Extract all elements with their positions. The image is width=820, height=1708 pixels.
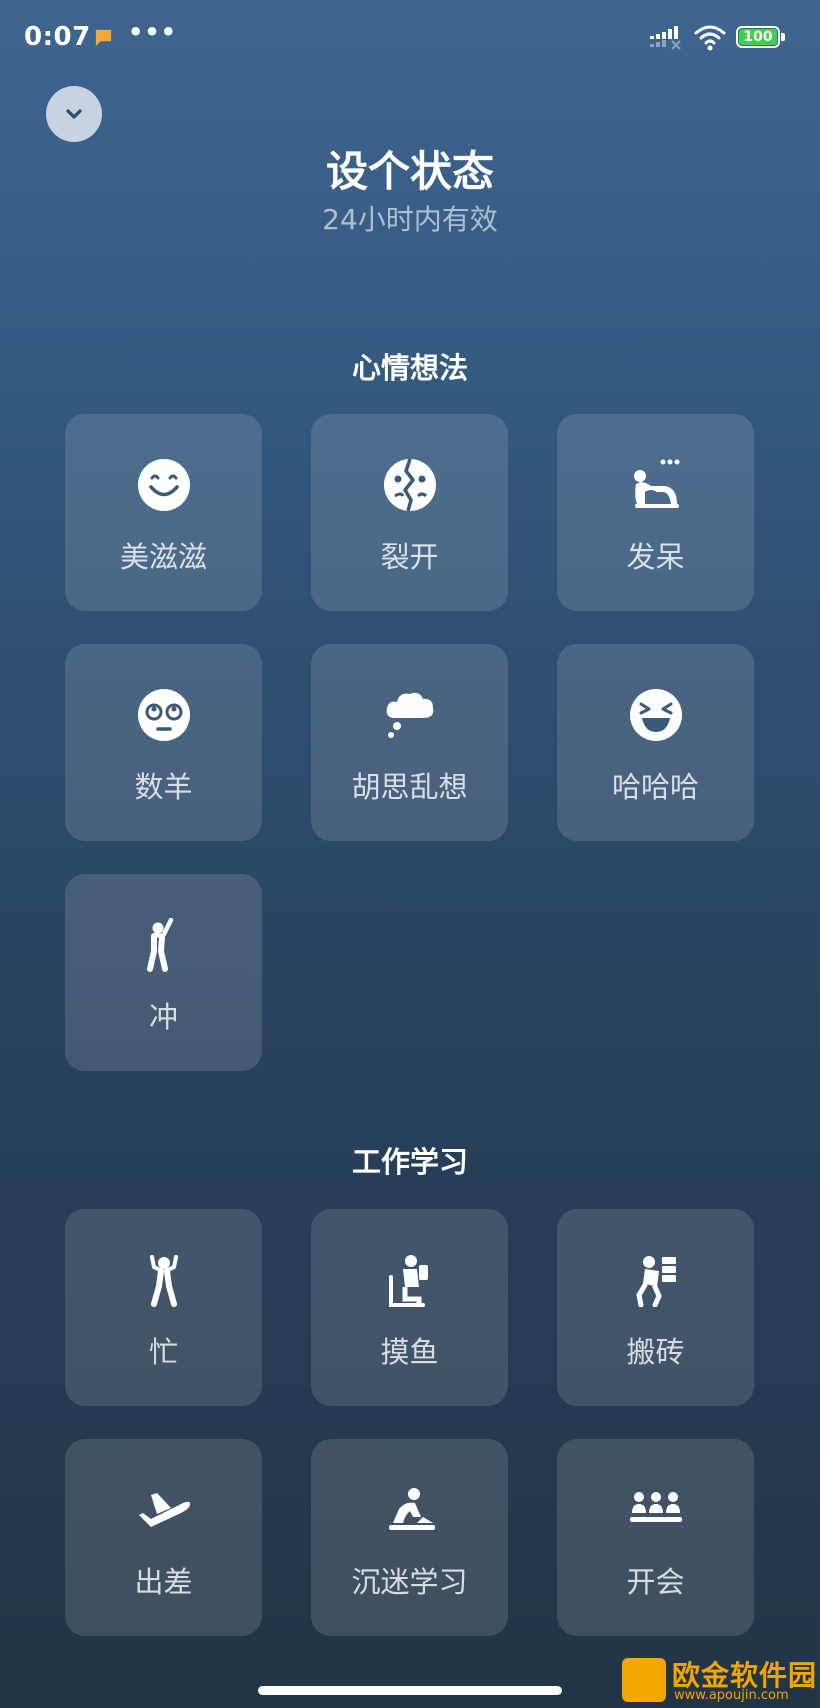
tile-label: 冲 <box>148 1000 178 1034</box>
status-tile-hahaha[interactable]: 哈哈哈 <box>557 644 754 841</box>
battery-indicator: 100 <box>736 26 786 50</box>
wifi-icon <box>694 25 726 51</box>
status-tile-moyu[interactable]: 摸鱼 <box>311 1209 508 1406</box>
thought-bubble-icon <box>386 692 434 738</box>
status-tile-chong[interactable]: 冲 <box>65 874 262 1071</box>
daze-person-icon <box>634 459 680 508</box>
watermark-logo <box>622 1658 666 1702</box>
status-tile-husiluanxiang[interactable]: 胡思乱想 <box>311 644 508 841</box>
mood-status-grid: 美滋滋 裂开 发呆 数羊 胡思乱想 哈哈哈 冲 <box>65 414 755 1071</box>
status-tile-chenmixuexi[interactable]: 沉迷学习 <box>311 1439 508 1636</box>
status-tile-liekai[interactable]: 裂开 <box>311 414 508 611</box>
watermark-url: www.apoujin.com <box>674 1688 789 1703</box>
work-status-grid: 忙 摸鱼 搬砖 出差 沉迷学习 开会 <box>65 1209 755 1636</box>
status-time: 0:07 <box>24 22 91 52</box>
smile-icon <box>138 459 190 511</box>
status-tile-mang[interactable]: 忙 <box>65 1209 262 1406</box>
watermark: 欧金软件园 www.apoujin.com <box>618 1652 818 1706</box>
status-bar: 0:07 ••• 100 <box>0 0 820 80</box>
tile-label: 胡思乱想 <box>351 770 468 804</box>
tile-label: 开会 <box>626 1565 685 1599</box>
battery-tip <box>781 33 785 41</box>
collapse-button[interactable] <box>46 86 102 142</box>
page-title: 设个状态 <box>325 147 494 196</box>
status-tile-kaihui[interactable]: 开会 <box>557 1439 754 1636</box>
status-tile-chuchai[interactable]: 出差 <box>65 1439 262 1636</box>
section-title-work: 工作学习 <box>351 1145 468 1179</box>
home-indicator[interactable] <box>258 1686 562 1695</box>
cracked-face-icon <box>384 458 436 512</box>
tile-label: 搬砖 <box>626 1335 685 1369</box>
page-subtitle: 24小时内有效 <box>322 203 498 236</box>
tile-label: 美滋滋 <box>119 540 207 574</box>
laughing-face-icon <box>630 689 682 741</box>
studying-person-icon <box>389 1488 435 1530</box>
status-tile-banzhuan[interactable]: 搬砖 <box>557 1209 754 1406</box>
section-title-mood: 心情想法 <box>351 351 468 385</box>
tile-label: 出差 <box>134 1565 193 1599</box>
sleepy-face-icon <box>138 689 190 741</box>
tile-label: 沉迷学习 <box>351 1565 468 1599</box>
tile-label: 数羊 <box>134 770 193 804</box>
airplane-icon <box>139 1493 191 1527</box>
tile-label: 忙 <box>148 1335 178 1369</box>
slacking-person-icon <box>389 1255 428 1307</box>
status-tile-shuyang[interactable]: 数羊 <box>65 644 262 841</box>
status-tile-fadai[interactable]: 发呆 <box>557 414 754 611</box>
carrying-bricks-icon <box>636 1256 676 1307</box>
cellular-signal-icon <box>650 26 681 50</box>
tile-label: 裂开 <box>380 540 439 574</box>
tile-label: 哈哈哈 <box>611 770 699 804</box>
busy-person-icon <box>150 1255 178 1307</box>
tile-label: 发呆 <box>626 540 685 574</box>
message-notification-icon <box>95 29 112 47</box>
chevron-down-icon <box>66 109 82 119</box>
meeting-icon <box>630 1492 682 1522</box>
more-notifications-dots: ••• <box>128 18 178 46</box>
tile-label: 摸鱼 <box>380 1335 439 1369</box>
battery-level-text: 100 <box>743 29 773 45</box>
rush-person-icon <box>147 918 174 972</box>
status-tile-meizizi[interactable]: 美滋滋 <box>65 414 262 611</box>
